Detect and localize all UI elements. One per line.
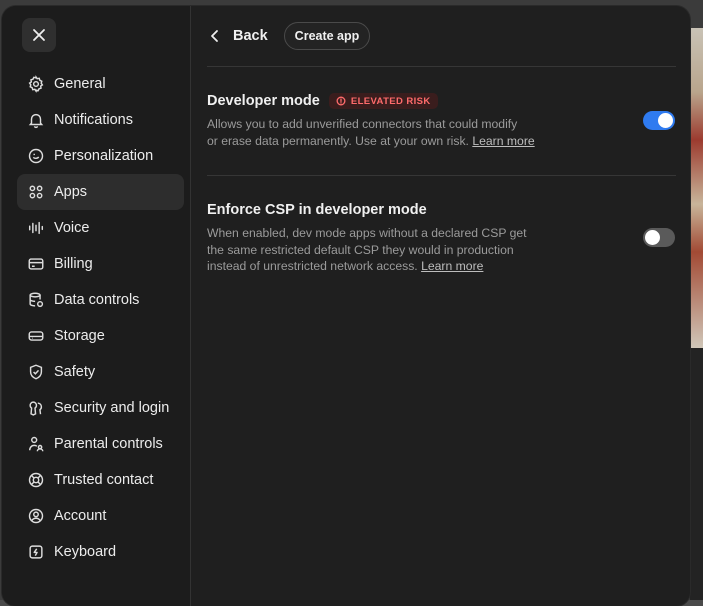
sidebar-item-general[interactable]: General — [17, 66, 184, 102]
sidebar-item-label: Safety — [54, 364, 96, 380]
lifebuoy-icon — [27, 471, 45, 489]
developer-mode-description: Allows you to add unverified connectors … — [207, 116, 677, 149]
topbar: Back Create app — [207, 22, 371, 50]
sidebar-item-safety[interactable]: Safety — [17, 354, 184, 390]
divider — [207, 175, 676, 176]
developer-mode-title-row: Developer mode ELEVATED RISK — [207, 93, 677, 109]
warning-circle-icon — [336, 96, 346, 106]
learn-more-link[interactable]: Learn more — [472, 134, 534, 148]
divider — [207, 66, 676, 67]
sidebar-item-label: Storage — [54, 328, 105, 344]
learn-more-link[interactable]: Learn more — [421, 259, 483, 273]
sidebar-item-label: Security and login — [54, 400, 170, 416]
storage-icon — [27, 327, 45, 345]
sidebar-item-label: Parental controls — [54, 436, 163, 452]
sidebar-item-personalization[interactable]: Personalization — [17, 138, 184, 174]
apps-grid-icon — [27, 183, 45, 201]
desc-line: Allows you to add unverified connectors … — [207, 117, 518, 131]
sidebar-item-apps[interactable]: Apps — [17, 174, 184, 210]
sidebar-item-label: General — [54, 76, 106, 92]
sidebar-item-label: Trusted contact — [54, 472, 154, 488]
settings-main-panel: Back Create app Developer mode ELEVATED … — [191, 6, 690, 606]
sidebar-item-label: Account — [54, 508, 107, 524]
elevated-risk-badge: ELEVATED RISK — [328, 93, 438, 109]
shield-icon — [27, 363, 45, 381]
sidebar-item-security-and-login[interactable]: Security and login — [17, 390, 184, 426]
sidebar-item-account[interactable]: Account — [17, 498, 184, 534]
close-icon — [33, 29, 45, 41]
toggle-knob — [658, 113, 673, 128]
developer-mode-title: Developer mode — [207, 93, 320, 109]
keyboard-icon — [27, 543, 45, 561]
voice-wave-icon — [27, 219, 45, 237]
credit-card-icon — [27, 255, 45, 273]
settings-dialog: General Notifications Personalization Ap… — [2, 6, 690, 606]
desc-line: When enabled, dev mode apps without a de… — [207, 226, 527, 240]
sidebar-item-label: Notifications — [54, 112, 133, 128]
gear-icon — [27, 75, 45, 93]
enforce-csp-title: Enforce CSP in developer mode — [207, 202, 427, 218]
sidebar-item-notifications[interactable]: Notifications — [17, 102, 184, 138]
desc-line: the same restricted default CSP they wou… — [207, 242, 514, 257]
settings-sidebar: General Notifications Personalization Ap… — [2, 6, 191, 606]
account-icon — [27, 507, 45, 525]
key-icon — [27, 399, 45, 417]
chevron-left-icon — [211, 30, 218, 42]
close-button[interactable] — [22, 18, 56, 52]
desc-line: instead of unrestricted network access. — [207, 259, 418, 273]
developer-mode-setting: Developer mode ELEVATED RISK Allows you … — [207, 93, 677, 149]
badge-label: ELEVATED RISK — [350, 95, 431, 107]
enforce-csp-setting: Enforce CSP in developer mode When enabl… — [207, 202, 677, 275]
personalization-icon — [27, 147, 45, 165]
sidebar-item-keyboard[interactable]: Keyboard — [17, 534, 184, 570]
bell-icon — [27, 111, 45, 129]
parent-icon — [27, 435, 45, 453]
back-button[interactable]: Back — [207, 28, 268, 44]
sidebar-item-voice[interactable]: Voice — [17, 210, 184, 246]
background-image-strip — [690, 28, 703, 348]
sidebar-item-label: Apps — [54, 184, 88, 200]
enforce-csp-toggle[interactable] — [643, 228, 675, 247]
sidebar-item-data-controls[interactable]: Data controls — [17, 282, 184, 318]
sidebar-item-label: Keyboard — [54, 544, 117, 560]
database-icon — [27, 291, 45, 309]
sidebar-item-label: Voice — [54, 220, 90, 236]
toggle-knob — [645, 230, 660, 245]
sidebar-item-storage[interactable]: Storage — [17, 318, 184, 354]
sidebar-item-label: Billing — [54, 256, 93, 272]
desc-line: or erase data permanently. Use at your o… — [207, 133, 469, 148]
back-button-label: Back — [233, 28, 268, 44]
sidebar-nav: General Notifications Personalization Ap… — [17, 66, 184, 570]
create-app-button[interactable]: Create app — [283, 22, 371, 50]
background-dark-strip — [690, 348, 703, 600]
sidebar-item-label: Personalization — [54, 148, 154, 164]
sidebar-item-billing[interactable]: Billing — [17, 246, 184, 282]
enforce-csp-description: When enabled, dev mode apps without a de… — [207, 225, 677, 275]
developer-mode-toggle[interactable] — [643, 111, 675, 130]
sidebar-item-label: Data controls — [54, 292, 140, 308]
sidebar-item-parental-controls[interactable]: Parental controls — [17, 426, 184, 462]
sidebar-item-trusted-contact[interactable]: Trusted contact — [17, 462, 184, 498]
